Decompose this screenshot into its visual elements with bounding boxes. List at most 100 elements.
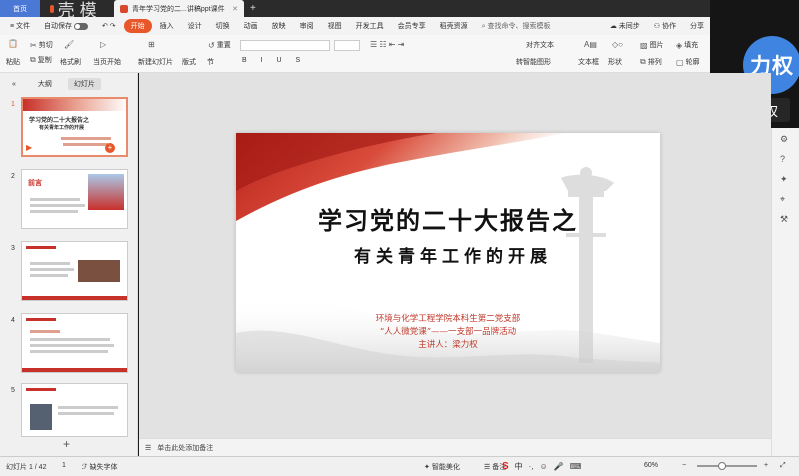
- zoom-out-icon[interactable]: −: [682, 462, 686, 469]
- command-search[interactable]: ⌕ 查找命令、搜索模板: [476, 19, 557, 33]
- slide-thumbnail-3[interactable]: [21, 241, 128, 301]
- mic-icon: 🎤: [553, 461, 564, 471]
- tab-home[interactable]: 首页: [0, 0, 40, 17]
- font-style-buttons[interactable]: B I U S: [242, 57, 306, 64]
- picture-button[interactable]: ▨ 图片: [640, 40, 664, 50]
- tools-icon[interactable]: ⚒: [780, 214, 788, 225]
- smartart-label: 转智能图形: [516, 59, 551, 66]
- paste-button[interactable]: 📋: [8, 39, 18, 48]
- new-tab-icon[interactable]: +: [244, 3, 262, 14]
- textbox-icon[interactable]: A▤: [584, 40, 597, 49]
- copy-label: 复制: [37, 57, 52, 64]
- add-slide-icon[interactable]: +: [63, 437, 70, 451]
- arrange-button[interactable]: ⧉ 排列: [640, 57, 662, 67]
- panel-tabs: « 大纲 幻灯片: [0, 77, 138, 91]
- menu-slideshow[interactable]: 放映: [266, 19, 292, 33]
- fill-icon: ◈: [676, 40, 683, 50]
- undo-icon[interactable]: ↶ ↷: [96, 20, 122, 32]
- play-icon[interactable]: ▶: [26, 143, 32, 152]
- ime-toolbar[interactable]: S 中 ·, ☺ 🎤 ⌨: [502, 458, 632, 474]
- slide-thumbnail-2[interactable]: 前言: [21, 169, 128, 229]
- menu-docer[interactable]: 稻壳资源: [434, 19, 474, 33]
- location-icon[interactable]: ⌖: [780, 194, 785, 205]
- menu-animation[interactable]: 动画: [238, 19, 264, 33]
- hamburger-icon[interactable]: ≡ 文件: [4, 19, 36, 33]
- new-slide-icon[interactable]: ⊞: [148, 40, 155, 49]
- list-icon[interactable]: ☰ ☷ ⇤ ⇥: [370, 40, 404, 49]
- tab-bar: 首页 找稻壳模板 青年学习党的二...讲稿ppt课件 ✕ +: [0, 0, 799, 45]
- cut-label: 剪切: [38, 42, 53, 49]
- font-size-select[interactable]: [334, 40, 360, 51]
- thumb2-text-line: [30, 204, 85, 207]
- share-button[interactable]: 分享: [684, 19, 710, 33]
- slide-thumbnail-4[interactable]: [21, 313, 128, 373]
- menu-design[interactable]: 设计: [182, 19, 208, 33]
- slide-thumbnail-5[interactable]: [21, 383, 128, 437]
- thumb-banner: [23, 99, 126, 111]
- outline-label: 轮廓: [685, 59, 700, 66]
- autosave-toggle[interactable]: 自动保存: [38, 19, 94, 33]
- shape-icon[interactable]: ◇○: [612, 40, 623, 49]
- new-slide-button[interactable]: 新建幻灯片: [138, 57, 173, 67]
- format-painter-icon[interactable]: 🖌: [64, 40, 74, 49]
- menu-review[interactable]: 审阅: [294, 19, 320, 33]
- zoom-level[interactable]: 60%: [644, 462, 658, 469]
- fill-button[interactable]: ◈ 填充: [676, 40, 698, 50]
- slide-title-line1[interactable]: 学习党的二十大报告之: [236, 201, 660, 236]
- section-button[interactable]: 节: [207, 57, 214, 67]
- thumb4-text-line: [30, 350, 108, 353]
- paste-label[interactable]: 粘贴: [6, 57, 20, 67]
- tab-template[interactable]: 找稻壳模板: [40, 0, 114, 45]
- play-icon[interactable]: ▷: [100, 40, 106, 49]
- align-text-button[interactable]: 对齐文本: [526, 40, 554, 50]
- picture-label: 图片: [649, 42, 664, 49]
- reset-button[interactable]: ↺ 重置: [208, 40, 231, 50]
- menu-member[interactable]: 会员专享: [392, 19, 432, 33]
- collab-button[interactable]: ⚇ 协作: [648, 19, 682, 33]
- slide-subtitle-event[interactable]: “人人微党课”——一支部一品牌活动: [236, 325, 660, 337]
- slide-title-line2[interactable]: 有关青年工作的开展: [236, 242, 660, 267]
- notes-bar[interactable]: ☰ 单击此处添加备注: [139, 438, 771, 456]
- format-painter-label[interactable]: 格式刷: [60, 57, 81, 67]
- menu-right: ☁ 未同步 ⚇ 协作 分享: [604, 19, 710, 33]
- command-search-label: 查找命令、搜索模板: [487, 23, 551, 30]
- current-slide[interactable]: 学习党的二十大报告之 有关青年工作的开展 环境与化学工程学院本科生第二党支部 “…: [236, 133, 660, 372]
- menu-start[interactable]: 开始: [123, 19, 152, 33]
- missing-font-button[interactable]: ℱ 缺失字体: [82, 462, 117, 472]
- font-family-select[interactable]: [240, 40, 330, 51]
- fit-window-icon[interactable]: ⤢: [780, 462, 786, 470]
- properties-icon[interactable]: ⚙: [780, 134, 788, 145]
- add-icon[interactable]: +: [105, 143, 115, 153]
- cut-button[interactable]: ✂ 剪切: [30, 40, 53, 50]
- shape-button[interactable]: 形状: [608, 57, 622, 67]
- menu-transition[interactable]: 切换: [210, 19, 236, 33]
- outline-button[interactable]: ▢ 轮廓: [676, 57, 700, 67]
- convert-smartart-button[interactable]: 转智能图形: [516, 57, 551, 67]
- slide-thumbnail-1[interactable]: 学习党的二十大报告之 有关青年工作的开展 ▶ +: [21, 97, 128, 157]
- copy-button[interactable]: ⧉ 复制: [30, 55, 52, 65]
- tab-outline[interactable]: 大纲: [32, 78, 58, 90]
- animation-icon[interactable]: ✦: [780, 174, 788, 185]
- slide-number-2: 2: [11, 173, 15, 180]
- layout-button[interactable]: 版式: [182, 57, 196, 67]
- close-tab-icon[interactable]: ✕: [232, 5, 238, 13]
- zoom-in-icon[interactable]: +: [764, 462, 768, 469]
- menu-view[interactable]: 视图: [322, 19, 348, 33]
- collapse-panel-icon[interactable]: «: [6, 80, 22, 89]
- tab-slides[interactable]: 幻灯片: [67, 78, 101, 90]
- tab-document[interactable]: 青年学习党的二...讲稿ppt课件 ✕: [114, 0, 244, 17]
- thumb4-text-line: [30, 330, 60, 333]
- slide-subtitle-speaker[interactable]: 主讲人：梁力权: [236, 338, 660, 350]
- slide-thumbnail-panel: « 大纲 幻灯片 1 学习党的二十大报告之 有关青年工作的开展 ▶ + 2 前言…: [0, 73, 138, 456]
- beautify-button[interactable]: ✦ 智能美化: [424, 462, 460, 472]
- emoji-icon: ☺: [539, 461, 548, 471]
- textbox-button[interactable]: 文本框: [578, 57, 599, 67]
- help-icon[interactable]: ?: [780, 154, 785, 164]
- sync-status[interactable]: ☁ 未同步: [604, 19, 646, 33]
- menu-developer[interactable]: 开发工具: [350, 19, 390, 33]
- slide-subtitle-dept[interactable]: 环境与化学工程学院本科生第二党支部: [236, 312, 660, 324]
- zoom-slider[interactable]: [697, 465, 757, 467]
- menu-insert[interactable]: 插入: [154, 19, 180, 33]
- zoom-slider-handle[interactable]: [718, 462, 726, 470]
- play-current-button[interactable]: 当页开始: [93, 57, 121, 67]
